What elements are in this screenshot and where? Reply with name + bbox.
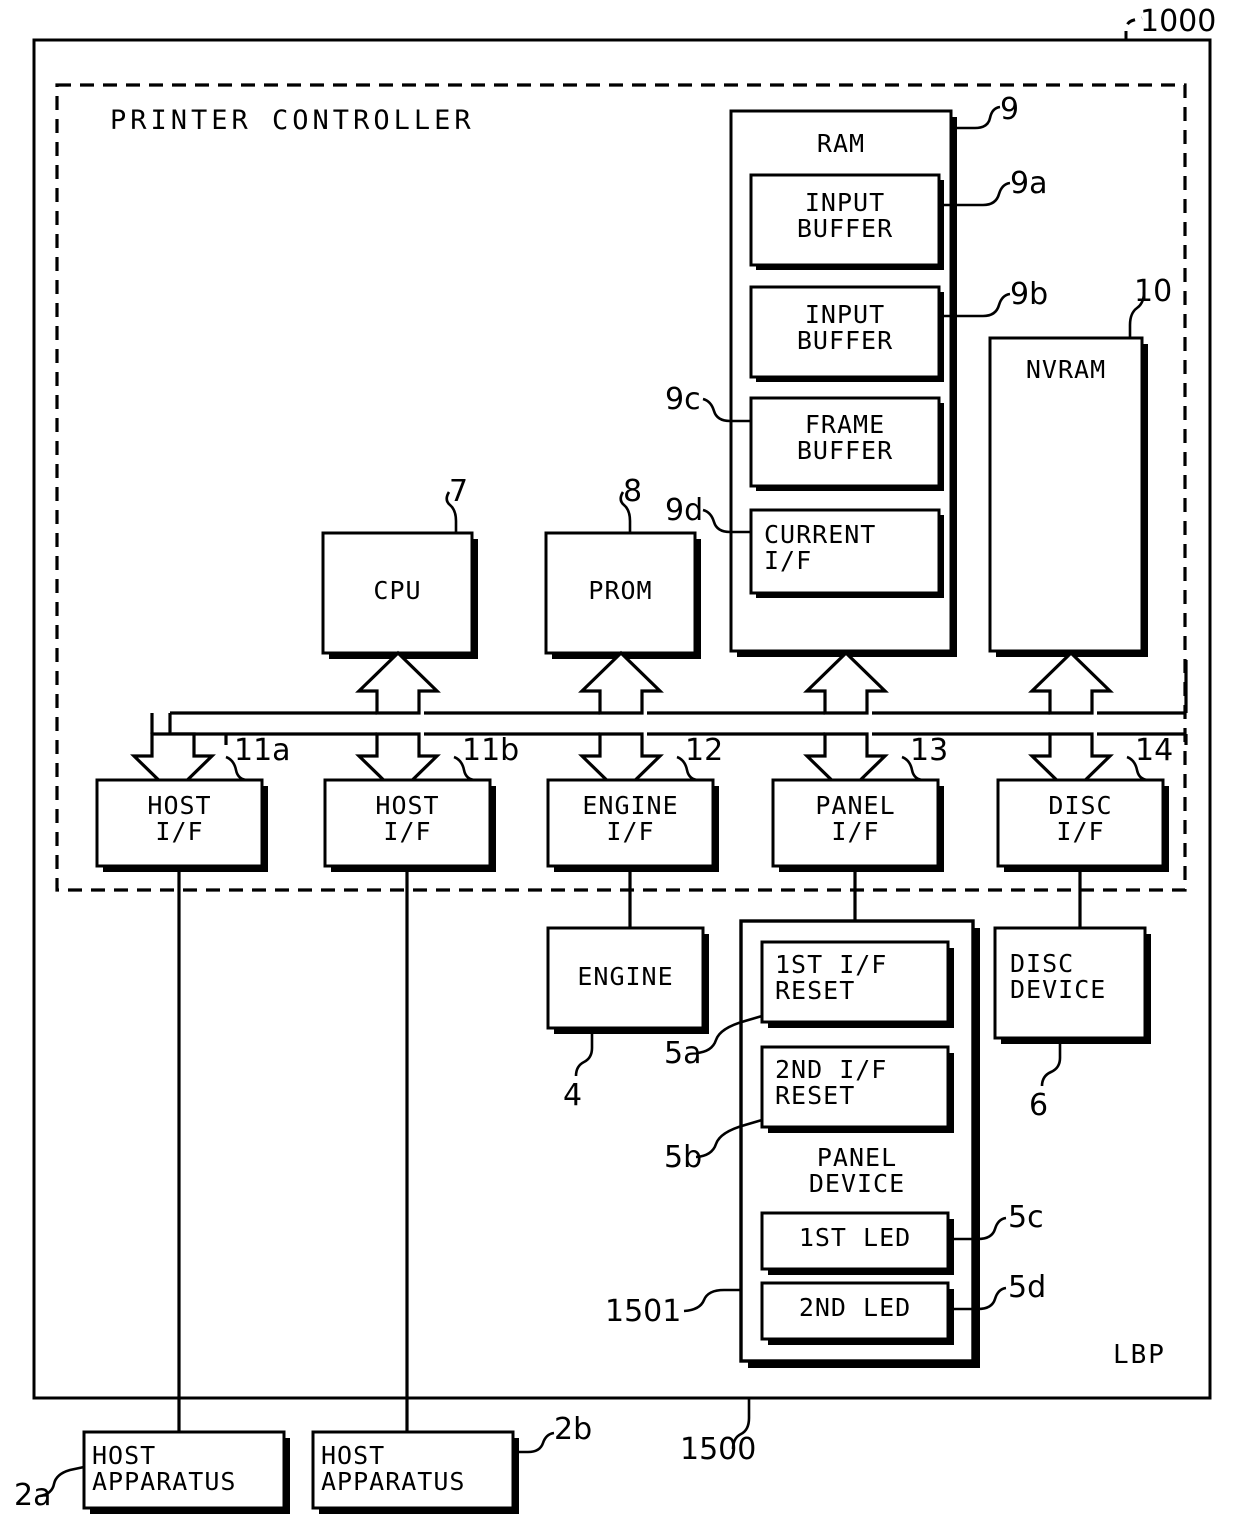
prom-label: PROM xyxy=(588,576,653,605)
ref-11a: 11a xyxy=(234,733,291,768)
ref-leader-1501 xyxy=(683,1288,741,1313)
ref-5d: 5d xyxy=(1008,1270,1047,1305)
ref-12: 12 xyxy=(685,733,724,768)
ref-4: 4 xyxy=(563,1078,583,1113)
second-led-label: 2ND LED xyxy=(798,1293,912,1322)
ref-leader-6 xyxy=(1040,1038,1062,1087)
frame-buffer-label: FRAME BUFFER xyxy=(796,410,894,465)
bus-arrow-up-nvram xyxy=(1028,650,1114,715)
host-if-1-label: HOST I/F xyxy=(147,791,212,846)
first-if-reset-label: 1ST I/F RESET xyxy=(775,950,888,1005)
ref-5b: 5b xyxy=(664,1140,703,1175)
ref-1000: 1000 xyxy=(1140,4,1217,39)
ref-14: 14 xyxy=(1135,733,1174,768)
current-if-label: CURRENT I/F xyxy=(764,520,877,575)
first-led-label: 1ST LED xyxy=(798,1223,912,1252)
ref-5a: 5a xyxy=(664,1036,702,1071)
panel-device-label: PANEL DEVICE xyxy=(808,1143,906,1198)
ref-2a: 2a xyxy=(14,1478,52,1513)
ref-13: 13 xyxy=(910,733,949,768)
nvram-label: NVRAM xyxy=(1025,355,1107,384)
host-apparatus-2-label: HOST APPARATUS xyxy=(321,1441,466,1496)
ref-8: 8 xyxy=(623,474,643,509)
ref-2b: 2b xyxy=(554,1412,593,1447)
engine-label: ENGINE xyxy=(577,962,674,991)
panel-if-label: PANEL I/F xyxy=(815,791,896,846)
ref-6: 6 xyxy=(1029,1088,1049,1123)
lbp-outer-frame xyxy=(32,38,1212,1400)
disc-if-label: DISC I/F xyxy=(1048,791,1113,846)
diagram-canvas xyxy=(32,16,1212,1514)
ref-9c: 9c xyxy=(665,382,701,417)
host-apparatus-1-label: HOST APPARATUS xyxy=(92,1441,237,1496)
patent-figure-page: PRINTER CONTROLLER RAM INPUT BUFFER INPU… xyxy=(0,0,1240,1517)
engine-if-label: ENGINE I/F xyxy=(582,791,679,846)
bus-arrow-up-cpu xyxy=(355,650,441,715)
input-buffer-1-label: INPUT BUFFER xyxy=(796,188,894,243)
ref-10: 10 xyxy=(1134,274,1173,309)
cpu-label: CPU xyxy=(373,576,422,605)
ref-9b: 9b xyxy=(1010,277,1049,312)
ref-9: 9 xyxy=(1000,92,1020,127)
lbp-label: LBP xyxy=(1113,1340,1166,1370)
second-if-reset-label: 2ND I/F RESET xyxy=(775,1055,888,1110)
disc-device-label: DISC DEVICE xyxy=(1010,949,1107,1004)
nvram-box xyxy=(988,336,1144,653)
input-buffer-2-label: INPUT BUFFER xyxy=(796,300,894,355)
ref-5c: 5c xyxy=(1008,1200,1044,1235)
host-if-2-label: HOST I/F xyxy=(375,791,440,846)
bus-arrow-up-ram xyxy=(803,650,889,715)
ref-1500: 1500 xyxy=(680,1432,757,1467)
ref-9d: 9d xyxy=(665,493,704,528)
ref-11b: 11b xyxy=(462,733,520,768)
printer-controller-title: PRINTER CONTROLLER xyxy=(110,105,475,136)
ref-9a: 9a xyxy=(1010,166,1048,201)
ref-7: 7 xyxy=(449,474,469,509)
ram-label: RAM xyxy=(816,129,866,158)
bus-arrow-up-prom xyxy=(578,650,664,715)
ref-leader-9 xyxy=(951,105,1001,130)
ref-leader-4 xyxy=(574,1028,594,1077)
ref-1501: 1501 xyxy=(605,1294,682,1329)
